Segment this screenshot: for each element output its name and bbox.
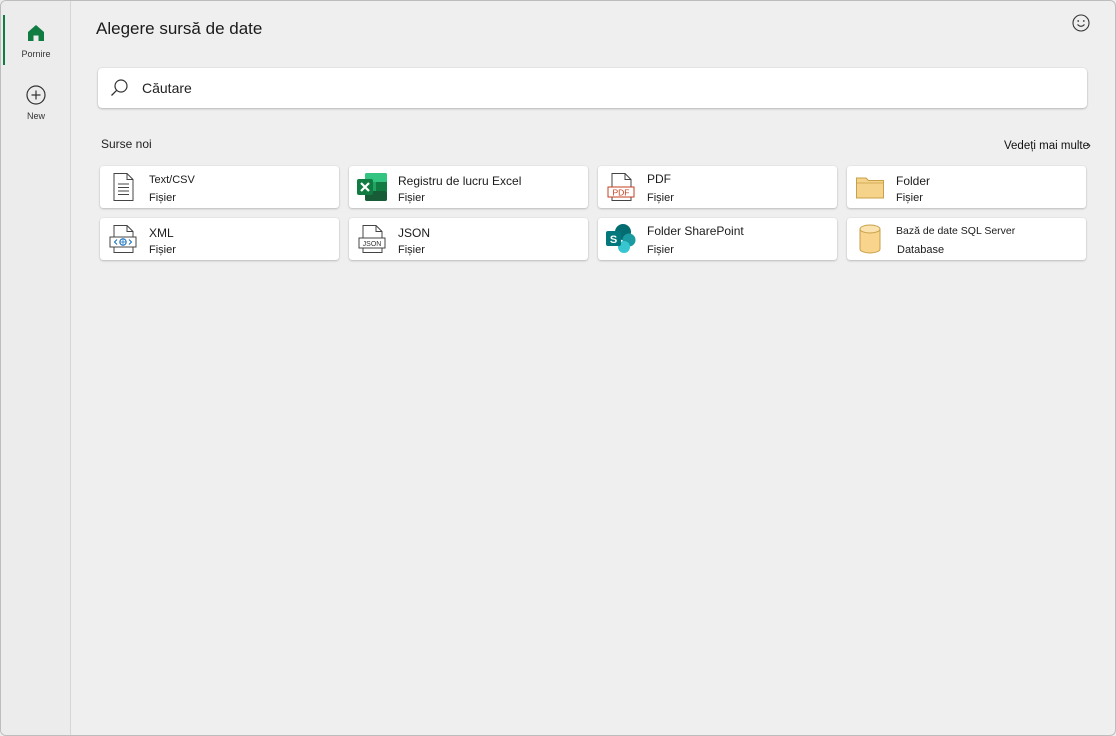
source-card-type: Fișier [647,244,674,256]
source-card-name: PDF [647,172,671,186]
rail-item-new[interactable]: New [5,77,67,129]
source-card-json[interactable]: JSON JSON Fișier [349,218,588,260]
source-card-excel[interactable]: Registru de lucru Excel Fișier [349,166,588,208]
text-file-icon [107,171,139,203]
search-icon [108,77,130,99]
source-card-name: XML [149,226,174,240]
source-card-name: Text/CSV [149,174,195,186]
source-card-name: Bază de date SQL Server [896,225,1016,237]
home-icon [24,21,48,45]
source-card-name: Folder SharePoint [647,224,744,238]
source-cards-grid: Text/CSV Fișier Registru de lucru Excel … [100,166,1087,260]
arrow-right-icon: › [1087,140,1091,152]
source-card-name: JSON [398,226,431,240]
add-circle-icon [24,83,48,107]
json-icon: JSON [356,223,388,255]
rail-home-label: Pornire [21,49,51,59]
source-card-folder[interactable]: Folder Fișier [847,166,1086,208]
see-more-link[interactable]: Vedeți mai multe› [1004,140,1091,152]
source-card-name: Folder [896,174,931,188]
rail-new-label: New [26,111,45,121]
section-label-new-sources: Surse noi [101,137,152,151]
svg-text:S: S [610,234,617,246]
window: Pornire New Alegere sursă de date Căutar… [0,0,1116,736]
source-card-text-csv[interactable]: Text/CSV Fișier [100,166,339,208]
source-card-sql-server[interactable]: Bază de date SQL Server Database [847,218,1086,260]
source-card-pdf[interactable]: PDF PDF Fișier [598,166,837,208]
search-input[interactable] [142,80,1042,96]
svg-text:PDF: PDF [613,187,630,197]
search-box[interactable] [98,68,1087,108]
source-card-type: Fișier [398,244,425,256]
source-card-type: Fișier [149,244,176,256]
sharepoint-icon: S [605,223,637,255]
source-card-sharepoint-folder[interactable]: S Folder SharePoint Fișier [598,218,837,260]
page-title: Alegere sursă de date [96,19,263,38]
source-card-type: Fișier [398,192,425,204]
folder-icon [854,171,886,203]
left-rail: Pornire New [1,1,71,735]
see-more-label: Vedeți mai multe [1004,140,1090,152]
source-card-type: Fișier [896,192,923,204]
rail-item-home[interactable]: Pornire [3,15,67,67]
feedback-smiley-icon[interactable] [1071,13,1091,33]
source-card-type: Database [897,244,945,256]
source-card-name: Registru de lucru Excel [398,174,522,188]
database-icon [854,223,886,255]
pdf-icon: PDF [605,171,637,203]
source-card-xml[interactable]: XML Fișier [100,218,339,260]
svg-text:JSON: JSON [363,241,382,248]
source-card-type: Fișier [149,192,176,204]
xml-icon [107,223,139,255]
source-card-type: Fișier [647,192,674,204]
excel-icon [356,171,388,203]
